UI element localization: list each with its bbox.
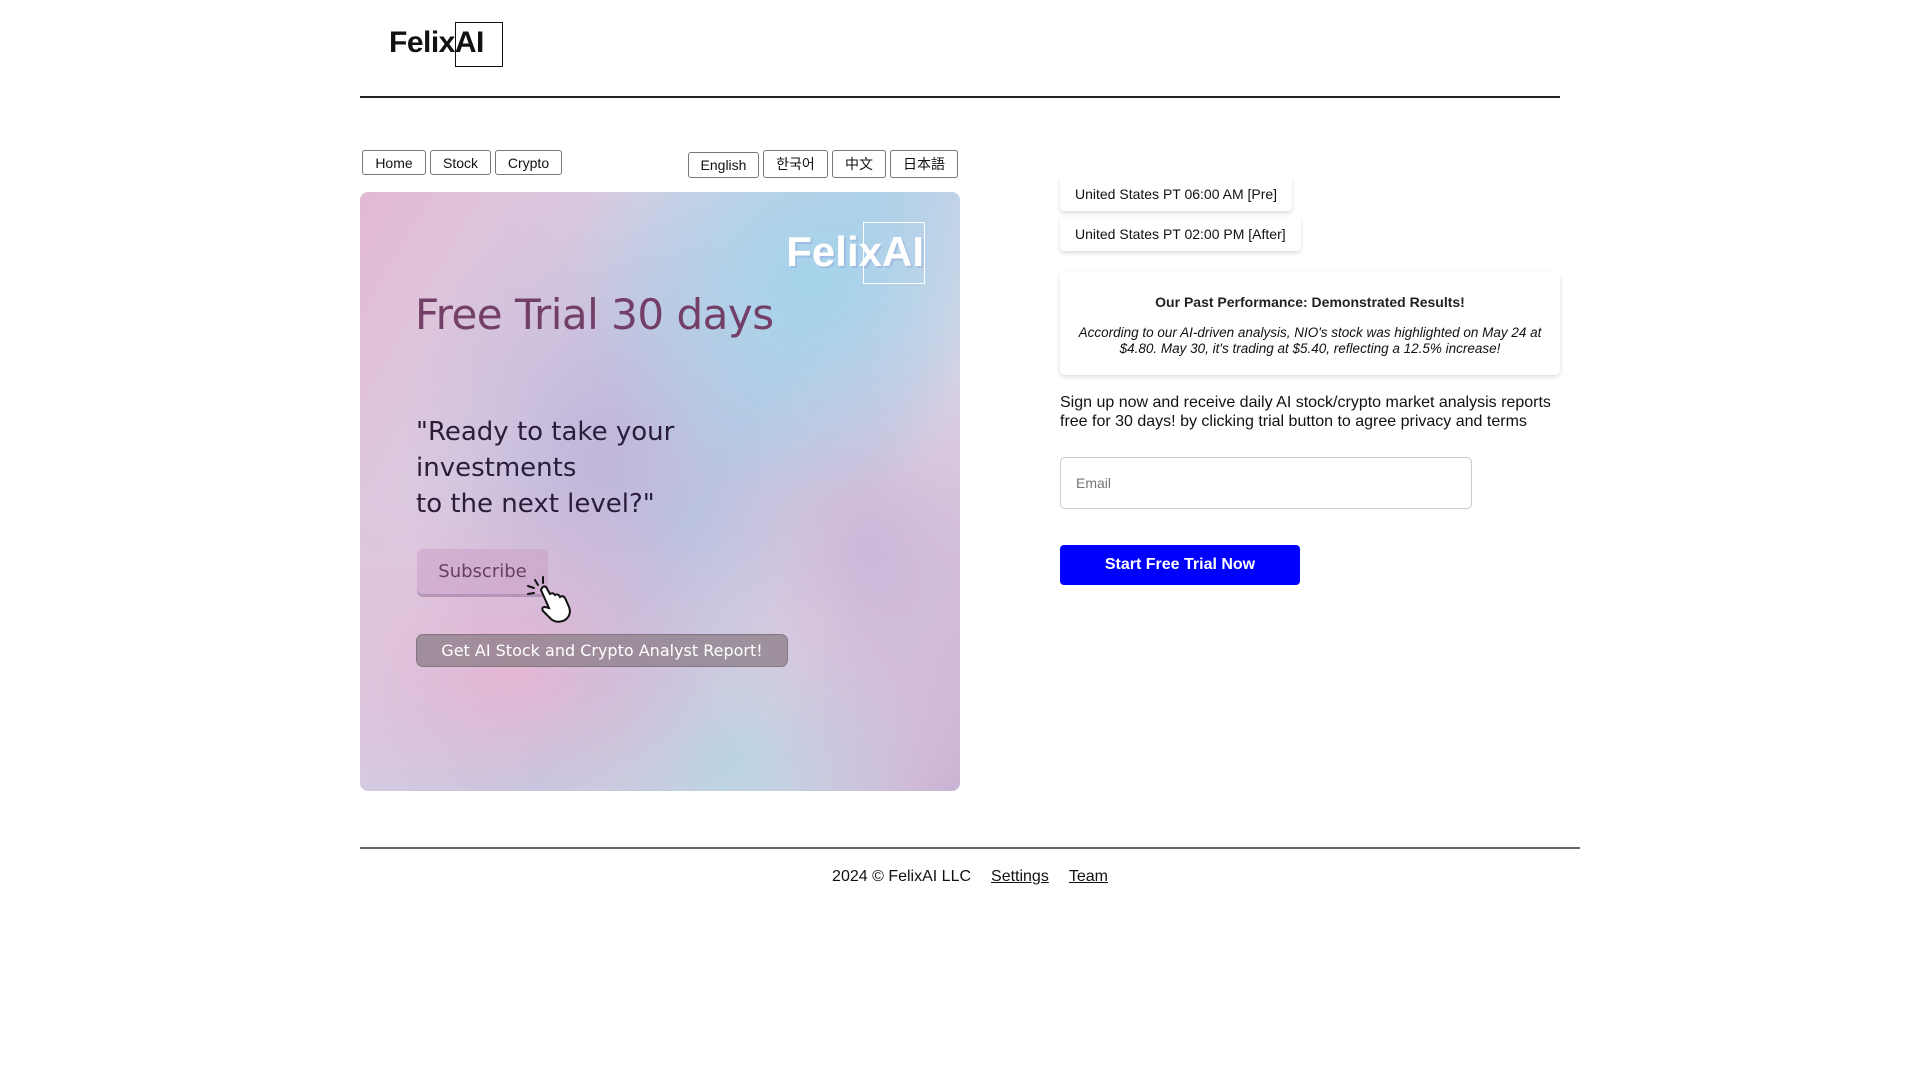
hero-quote: "Ready to take your investments to the n… bbox=[416, 417, 675, 519]
lang-english[interactable]: English bbox=[688, 152, 759, 178]
report-button[interactable]: Get AI Stock and Crypto Analyst Report! bbox=[416, 634, 788, 667]
header-divider bbox=[360, 96, 1560, 98]
copyright: 2024 © FelixAI LLC bbox=[832, 868, 972, 885]
footer-link-settings[interactable]: Settings bbox=[991, 868, 1049, 886]
logo-frame bbox=[455, 22, 503, 67]
hero-banner: FelixAI Free Trial 30 days "Ready to tak… bbox=[360, 192, 960, 791]
schedule-premarket: United States PT 06:00 AM [Pre] bbox=[1060, 177, 1293, 211]
footer-link-team[interactable]: Team bbox=[1069, 868, 1108, 886]
start-free-trial-button[interactable]: Start Free Trial Now bbox=[1060, 545, 1300, 585]
schedule-aftermarket: United States PT 02:00 PM [After] bbox=[1060, 217, 1301, 251]
nav-crypto[interactable]: Crypto bbox=[495, 150, 562, 175]
performance-card: Our Past Performance: Demonstrated Resul… bbox=[1060, 272, 1560, 375]
hero-title: Free Trial 30 days bbox=[415, 290, 774, 339]
lang-korean[interactable]: 한국어 bbox=[763, 150, 828, 178]
hero-logo-frame bbox=[863, 222, 925, 284]
nav-home[interactable]: Home bbox=[362, 150, 426, 175]
nav-stock[interactable]: Stock bbox=[430, 150, 491, 175]
footer: 2024 © FelixAI LLC Settings Team bbox=[0, 868, 1920, 886]
performance-title: Our Past Performance: Demonstrated Resul… bbox=[1155, 294, 1465, 310]
email-input[interactable] bbox=[1060, 457, 1472, 509]
lang-japanese[interactable]: 日本語 bbox=[890, 150, 958, 178]
lang-chinese[interactable]: 中文 bbox=[832, 150, 886, 178]
footer-divider bbox=[360, 847, 1580, 849]
signup-text: Sign up now and receive daily AI stock/c… bbox=[1060, 394, 1551, 430]
performance-body: According to our AI-driven analysis, NIO… bbox=[1078, 325, 1542, 356]
pointer-hand-icon bbox=[527, 576, 571, 623]
